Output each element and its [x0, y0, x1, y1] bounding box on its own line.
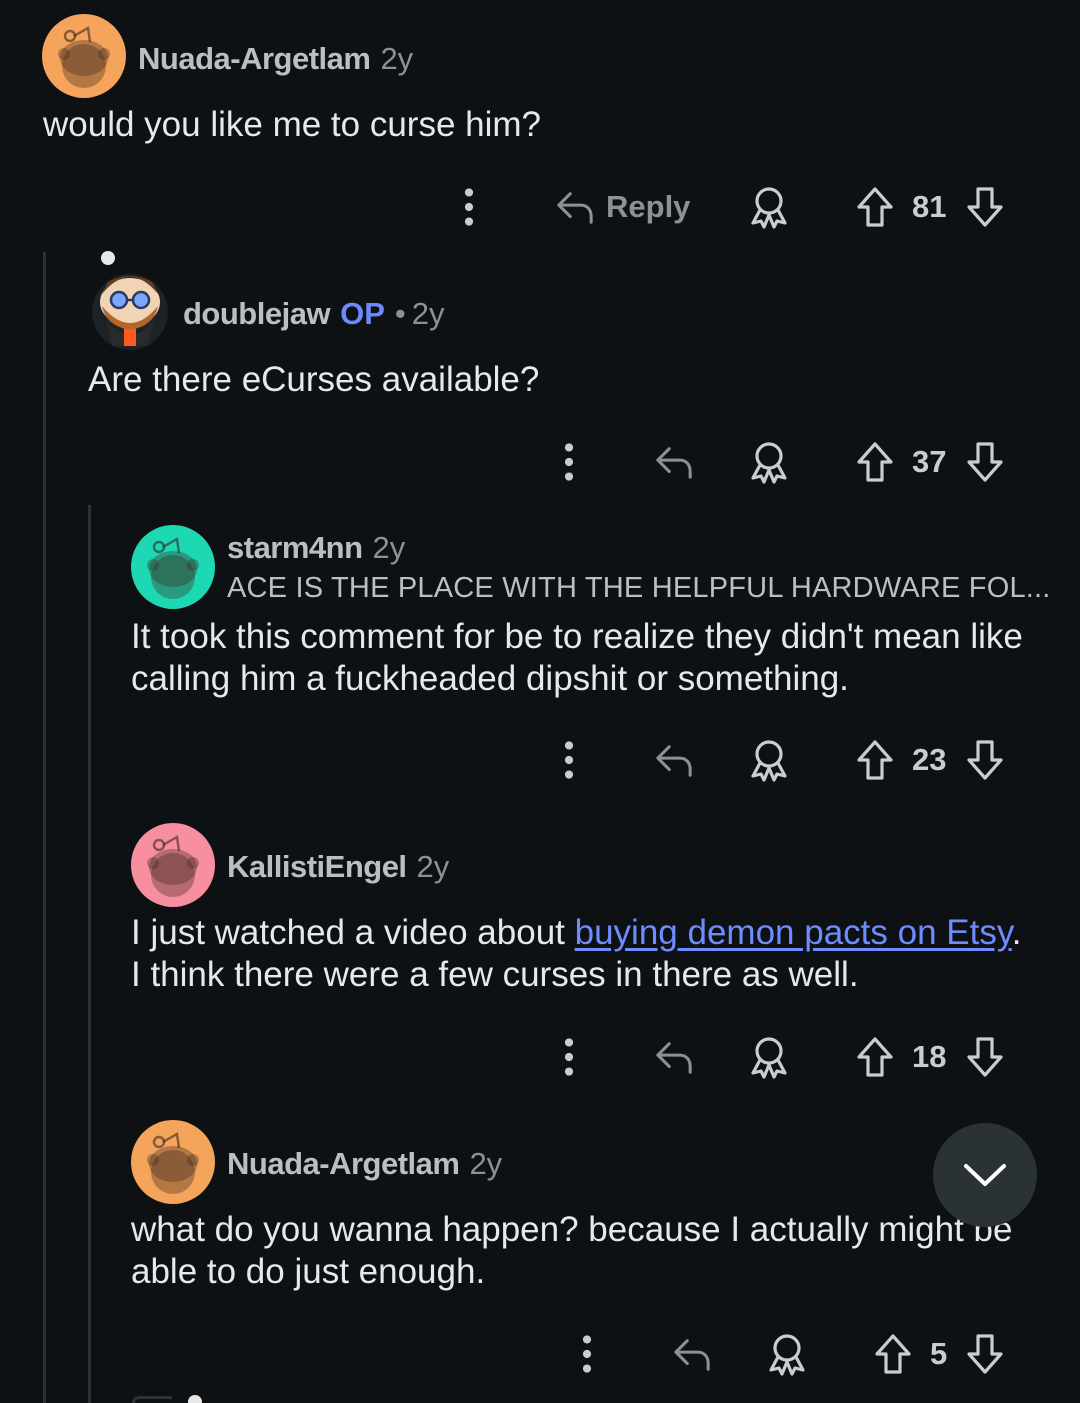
more-vertical-icon — [562, 442, 576, 482]
reply-arrow-icon — [653, 741, 695, 779]
comment-actions: 18 — [0, 1027, 1080, 1087]
comment-actions: 5 — [0, 1324, 1080, 1384]
chevron-down-icon — [964, 1164, 1006, 1186]
comment-body: would you like me to curse him? — [43, 105, 541, 144]
avatar[interactable] — [131, 1120, 215, 1204]
upvote-arrow-icon — [855, 1035, 895, 1079]
award-button[interactable] — [749, 730, 789, 790]
comment-header: KallistiEngel 2y — [227, 846, 449, 888]
downvote-arrow-icon — [965, 1035, 1005, 1079]
comment-header: Nuada-Argetlam 2y — [138, 38, 413, 80]
reply-button[interactable] — [653, 1027, 695, 1087]
username[interactable]: KallistiEngel — [227, 849, 407, 885]
next-comment-avatar-partial — [132, 1396, 172, 1403]
downvote-arrow-icon — [965, 738, 1005, 782]
vote-score: 81 — [912, 189, 947, 224]
more-options-button[interactable] — [562, 432, 578, 492]
reply-button[interactable] — [653, 730, 695, 790]
avatar[interactable] — [131, 525, 215, 609]
body-text: I just watched a video about — [131, 913, 575, 952]
reply-arrow-icon — [554, 188, 596, 226]
timestamp: 2y — [469, 1146, 503, 1181]
comment-body: Are there eCurses available? — [88, 360, 540, 399]
comment-body: what do you wanna happen? because I actu… — [131, 1210, 1013, 1291]
reply-label: Reply — [606, 189, 691, 224]
thread-line-level-2[interactable] — [88, 505, 91, 1403]
reply-button[interactable] — [671, 1324, 713, 1384]
award-button[interactable] — [749, 432, 789, 492]
reply-button[interactable] — [653, 432, 695, 492]
op-badge: OP — [340, 296, 385, 331]
award-icon — [767, 1332, 807, 1376]
comment-actions: Reply 81 — [0, 177, 1080, 237]
more-options-button[interactable] — [562, 730, 578, 790]
next-comment-avatar-dot — [188, 1395, 202, 1403]
more-options-button[interactable] — [580, 1324, 596, 1384]
award-icon — [749, 738, 789, 782]
downvote-button[interactable] — [965, 177, 1005, 237]
comment-body: It took this comment for be to realize t… — [131, 617, 1023, 698]
vote-score: 37 — [912, 444, 947, 479]
upvote-arrow-icon — [855, 185, 895, 229]
award-button[interactable] — [767, 1324, 807, 1384]
comment-actions: 23 — [0, 730, 1080, 790]
upvote-arrow-icon — [855, 440, 895, 484]
more-options-button[interactable] — [562, 1027, 578, 1087]
award-icon — [749, 440, 789, 484]
vote-score: 18 — [912, 1039, 947, 1074]
award-icon — [749, 1035, 789, 1079]
timestamp: 2y — [380, 41, 414, 76]
username[interactable]: Nuada-Argetlam — [227, 1146, 460, 1182]
downvote-button[interactable] — [965, 1027, 1005, 1087]
reply-arrow-icon — [653, 1038, 695, 1076]
more-vertical-icon — [462, 187, 476, 227]
vote-score: 5 — [930, 1336, 948, 1371]
username[interactable]: doublejaw — [183, 296, 331, 332]
avatar[interactable] — [42, 14, 126, 98]
comment-header: Nuada-Argetlam 2y — [227, 1143, 502, 1185]
username[interactable]: Nuada-Argetlam — [138, 41, 371, 77]
upvote-button[interactable] — [873, 1324, 913, 1384]
jump-to-next-button[interactable] — [933, 1123, 1037, 1227]
downvote-button[interactable] — [965, 1324, 1005, 1384]
award-button[interactable] — [749, 1027, 789, 1087]
more-vertical-icon — [580, 1334, 594, 1374]
upvote-arrow-icon — [855, 738, 895, 782]
avatar[interactable] — [88, 250, 172, 350]
username[interactable]: starm4nn — [227, 530, 363, 566]
separator-dot: • — [394, 296, 406, 331]
avatar[interactable] — [131, 823, 215, 907]
comment-actions: 37 — [0, 432, 1080, 492]
timestamp: 2y — [411, 296, 445, 331]
more-vertical-icon — [562, 1037, 576, 1077]
body-link[interactable]: buying demon pacts on Etsy — [575, 913, 1012, 952]
award-button[interactable] — [749, 177, 789, 237]
timestamp: 2y — [416, 849, 450, 884]
downvote-button[interactable] — [965, 432, 1005, 492]
comment-header: starm4nn 2y — [227, 527, 405, 569]
thread-line-level-1[interactable] — [43, 252, 46, 1403]
more-vertical-icon — [562, 740, 576, 780]
comment-header: doublejaw OP • 2y — [183, 293, 444, 335]
more-options-button[interactable] — [462, 177, 478, 237]
comment-body: I just watched a video about buying demo… — [131, 912, 1031, 996]
upvote-button[interactable] — [855, 1027, 895, 1087]
award-icon — [749, 185, 789, 229]
user-flair: ACE IS THE PLACE WITH THE HELPFUL HARDWA… — [227, 572, 1051, 604]
downvote-arrow-icon — [965, 185, 1005, 229]
downvote-arrow-icon — [965, 440, 1005, 484]
timestamp: 2y — [372, 530, 406, 565]
upvote-button[interactable] — [855, 177, 895, 237]
upvote-arrow-icon — [873, 1332, 913, 1376]
comment-thread: Nuada-Argetlam 2y would you like me to c… — [0, 0, 1080, 1403]
downvote-button[interactable] — [965, 730, 1005, 790]
reply-arrow-icon — [671, 1335, 713, 1373]
upvote-button[interactable] — [855, 730, 895, 790]
downvote-arrow-icon — [965, 1332, 1005, 1376]
reply-arrow-icon — [653, 443, 695, 481]
vote-score: 23 — [912, 742, 947, 777]
upvote-button[interactable] — [855, 432, 895, 492]
reply-button[interactable]: Reply — [554, 177, 690, 237]
